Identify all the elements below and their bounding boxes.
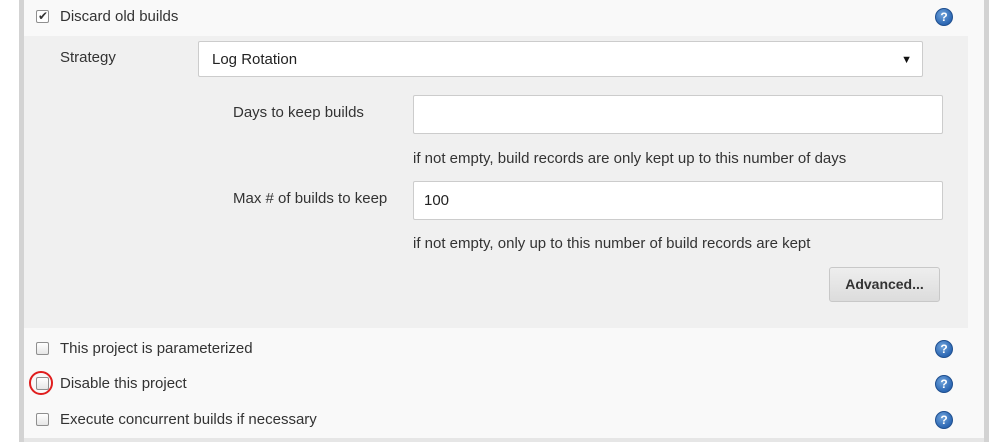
dropdown-arrow-icon: ▼ <box>901 54 912 66</box>
disable-project-label: Disable this project <box>60 375 187 392</box>
disable-project-checkbox[interactable] <box>36 377 49 390</box>
max-builds-label: Max # of builds to keep <box>233 190 388 207</box>
days-to-keep-hint: if not empty, build records are only kep… <box>413 150 847 167</box>
help-icon[interactable]: ? <box>935 411 953 429</box>
max-builds-input[interactable]: 100 <box>413 181 943 220</box>
strategy-selected-value: Log Rotation <box>212 51 298 68</box>
advanced-button[interactable]: Advanced... <box>829 267 940 302</box>
max-builds-hint: if not empty, only up to this number of … <box>413 235 811 252</box>
discard-old-builds-label: Discard old builds <box>60 8 179 25</box>
days-to-keep-input[interactable] <box>413 95 943 134</box>
strategy-select[interactable]: Log Rotation ▼ <box>198 41 923 77</box>
parameterized-checkbox[interactable] <box>36 342 49 355</box>
max-builds-value: 100 <box>424 192 450 209</box>
discard-old-builds-checkbox[interactable]: ✔ <box>36 9 49 23</box>
help-icon[interactable]: ? <box>935 340 953 358</box>
days-to-keep-label: Days to keep builds <box>233 104 364 121</box>
concurrent-builds-checkbox[interactable] <box>36 413 49 426</box>
parameterized-label: This project is parameterized <box>60 340 253 357</box>
help-icon[interactable]: ? <box>935 8 953 26</box>
help-icon[interactable]: ? <box>935 375 953 393</box>
concurrent-builds-label: Execute concurrent builds if necessary <box>60 411 317 428</box>
checkmark-icon: ✔ <box>37 9 49 23</box>
right-border <box>984 0 989 442</box>
panel-bottom-edge <box>24 438 984 442</box>
strategy-label: Strategy <box>60 49 116 66</box>
